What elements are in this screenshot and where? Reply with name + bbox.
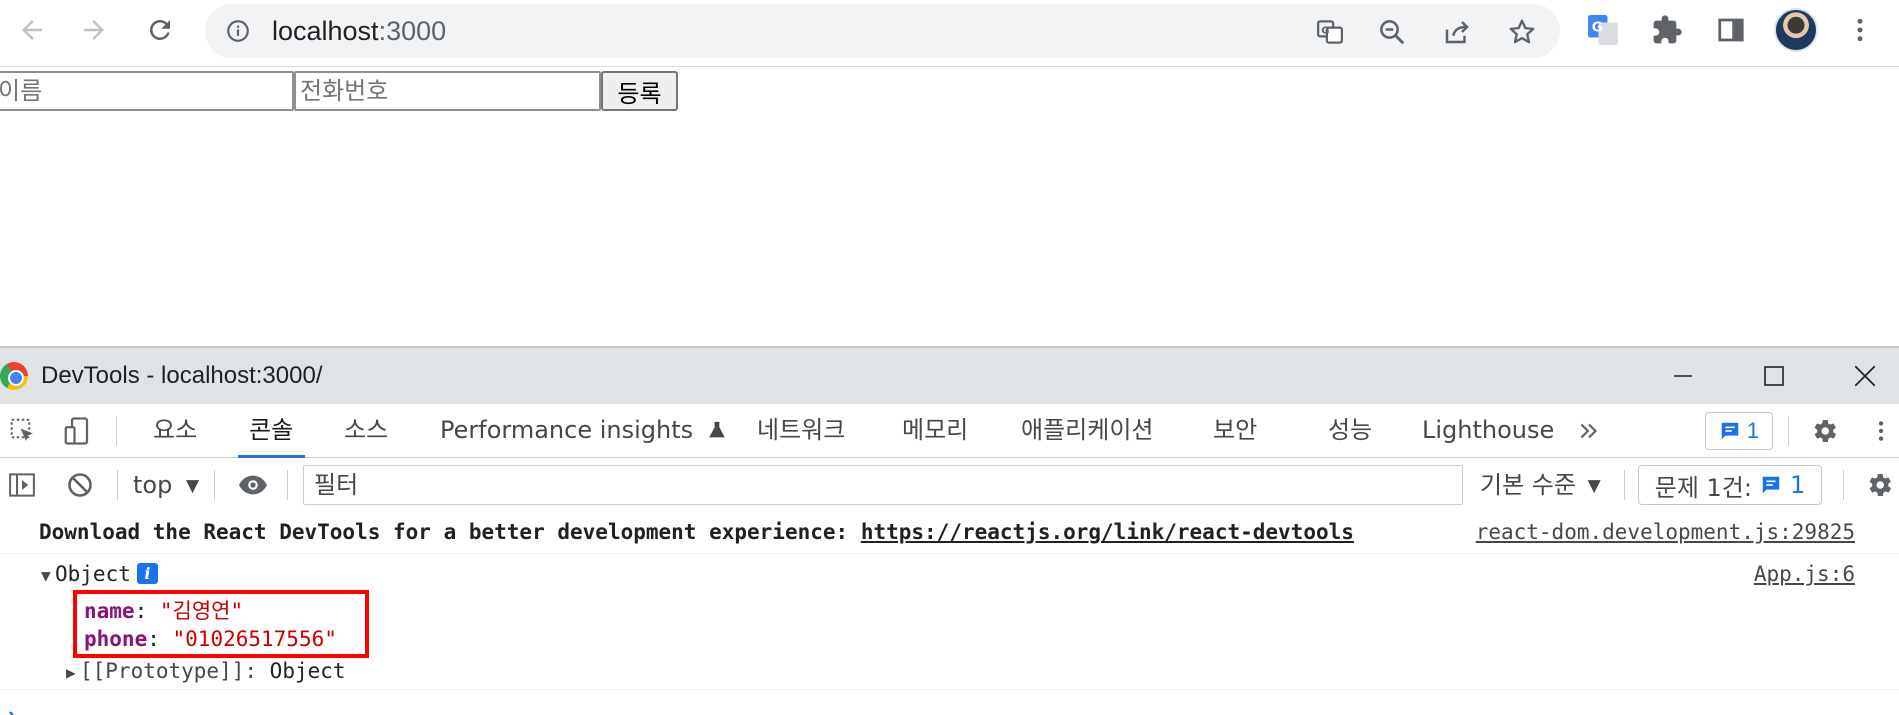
experiment-flask-icon: [708, 421, 725, 438]
red-highlight-box: [73, 590, 369, 658]
live-expression-eye-icon[interactable]: [236, 469, 270, 501]
collapsed-caret-icon[interactable]: ▶: [66, 663, 80, 682]
source-link[interactable]: App.js:6: [1754, 562, 1855, 586]
context-value: top: [133, 471, 173, 499]
inspect-element-icon[interactable]: [6, 415, 40, 447]
bookmark-star-icon[interactable]: [1507, 17, 1537, 47]
info-icon[interactable]: i: [136, 563, 158, 584]
close-icon: [1854, 365, 1876, 387]
issues-label: 문제 1건:: [1654, 473, 1752, 502]
prototype-line[interactable]: ▶ [[Prototype]]: Object: [66, 659, 346, 683]
react-devtools-link[interactable]: https://reactjs.org/link/react-devtools: [861, 520, 1354, 544]
log-level-value: 기본 수준: [1480, 471, 1576, 499]
devtools-titlebar: DevTools - localhost:3000/: [0, 348, 1899, 404]
url-host: localhost: [272, 16, 379, 46]
toolbar-divider: [116, 416, 117, 446]
console-filter-input[interactable]: [303, 465, 1463, 505]
context-selector[interactable]: top ▼: [133, 468, 199, 502]
svg-text:G: G: [1592, 20, 1603, 36]
reload-icon: [149, 19, 170, 40]
message-text: Download the React DevTools for a better…: [39, 520, 849, 544]
toolbar-divider: [214, 470, 215, 500]
url-text: localhost:3000: [272, 17, 446, 45]
prototype-value: Object: [269, 659, 346, 683]
devtools-tabbar: 요소 콘솔 소스 Performance insights 네트워크 메모리 애…: [0, 404, 1899, 458]
devtools-title: DevTools - localhost:3000/: [41, 362, 323, 389]
dropdown-triangle-icon: ▼: [185, 476, 200, 496]
more-tabs-chevron-icon[interactable]: [1572, 415, 1606, 447]
maximize-button[interactable]: [1738, 348, 1810, 404]
devtools-menu-icon[interactable]: [1864, 415, 1898, 447]
tab-performance[interactable]: 성능: [1328, 404, 1372, 457]
zoom-out-icon[interactable]: [1377, 17, 1407, 47]
tab-elements[interactable]: 요소: [153, 404, 197, 457]
issues-button[interactable]: 문제 1건: 1: [1638, 465, 1822, 505]
toolbar-divider: [1624, 470, 1625, 500]
svg-text:G: G: [1321, 25, 1329, 36]
console-toolbar: top ▼ 기본 수준 ▼ 문제 1건: 1: [0, 459, 1899, 511]
toolbar-divider: [287, 470, 288, 500]
tab-performance-insights[interactable]: Performance insights: [440, 404, 727, 457]
prototype-label: [[Prototype]]: [80, 659, 245, 683]
log-level-selector[interactable]: 기본 수준 ▼: [1480, 468, 1601, 503]
tab-lighthouse[interactable]: Lighthouse: [1422, 404, 1554, 457]
browser-toolbar: localhost:3000 G G: [0, 0, 1899, 67]
extensions-puzzle-icon[interactable]: [1647, 10, 1687, 50]
kebab-menu-icon[interactable]: [1840, 10, 1880, 50]
address-bar[interactable]: localhost:3000 G: [205, 4, 1560, 58]
show-sidebar-icon[interactable]: [5, 469, 39, 501]
object-summary[interactable]: ▼ Object i: [41, 562, 158, 586]
name-input[interactable]: [0, 71, 294, 111]
tab-sources[interactable]: 소스: [344, 404, 388, 457]
maximize-icon: [1764, 366, 1784, 386]
console-message: Download the React DevTools for a better…: [0, 510, 1899, 554]
url-port: :3000: [378, 16, 447, 46]
message-icon: [1762, 476, 1780, 494]
tab-application[interactable]: 애플리케이션: [1021, 404, 1153, 457]
share-icon[interactable]: [1442, 17, 1472, 47]
tab-security[interactable]: 보안: [1213, 404, 1257, 457]
source-link[interactable]: react-dom.development.js:29825: [1476, 520, 1855, 544]
reload-button[interactable]: [136, 8, 184, 52]
toolbar-divider: [1843, 470, 1844, 500]
settings-gear-icon[interactable]: [1807, 415, 1841, 447]
close-button[interactable]: [1829, 348, 1899, 404]
clear-console-icon[interactable]: [63, 469, 97, 501]
arrow-left-icon: [22, 20, 42, 40]
back-button[interactable]: [8, 8, 56, 52]
profile-avatar[interactable]: [1774, 8, 1818, 52]
react-devtools-message: Download the React DevTools for a better…: [39, 520, 1354, 544]
google-translate-extension-icon[interactable]: G: [1583, 10, 1623, 50]
submit-button[interactable]: 등록: [601, 71, 678, 111]
tab-network[interactable]: 네트워크: [757, 404, 845, 457]
arrow-right-icon: [84, 20, 104, 40]
tab-performance-insights-label: Performance insights: [440, 416, 694, 444]
console-settings-gear-icon[interactable]: [1862, 469, 1896, 501]
minimize-button[interactable]: [1647, 348, 1719, 404]
chrome-logo-icon: [0, 362, 28, 390]
side-panel-icon[interactable]: [1711, 10, 1751, 50]
translate-icon[interactable]: G: [1315, 17, 1345, 47]
tab-memory[interactable]: 메모리: [902, 404, 968, 457]
forward-button[interactable]: [70, 8, 118, 52]
phone-input[interactable]: [294, 71, 601, 111]
device-toolbar-icon[interactable]: [60, 415, 94, 447]
issues-count: 1: [1789, 471, 1806, 499]
issues-counter-button[interactable]: 1: [1705, 412, 1773, 450]
message-icon: [1721, 422, 1739, 440]
info-icon[interactable]: [225, 18, 251, 44]
toolbar-divider: [1788, 416, 1789, 446]
minimize-icon: [1674, 375, 1692, 377]
issues-counter-value: 1: [1746, 418, 1760, 443]
toolbar-divider: [117, 470, 118, 500]
expanded-caret-icon[interactable]: ▼: [41, 566, 55, 585]
console-prompt-icon[interactable]: ›: [8, 702, 15, 715]
dropdown-triangle-icon: ▼: [1587, 476, 1601, 496]
tab-console[interactable]: 콘솔: [237, 404, 306, 458]
object-label: Object: [55, 562, 131, 586]
